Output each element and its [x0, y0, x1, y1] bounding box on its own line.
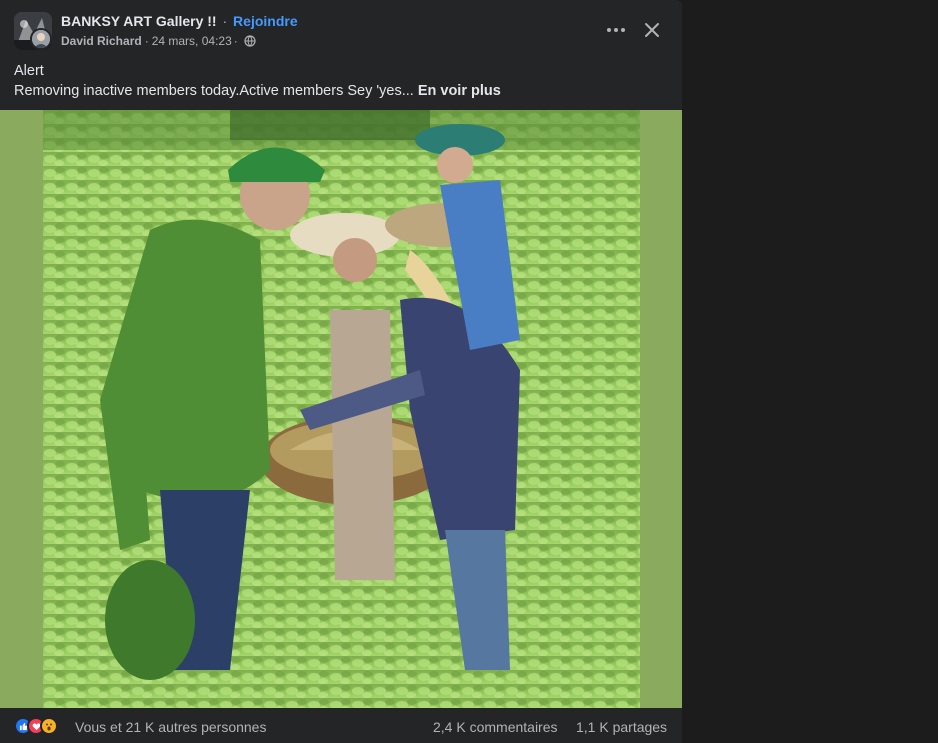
group-name-link[interactable]: BANKSY ART Gallery !!	[61, 13, 217, 29]
farmers-photo	[0, 110, 682, 708]
post-card: BANKSY ART Gallery !! · Rejoindre David …	[0, 0, 682, 743]
post-footer: Vous et 21 K autres personnes 2,4 K comm…	[0, 708, 682, 743]
globe-icon	[244, 35, 256, 47]
author-avatar-image	[32, 30, 50, 48]
wow-icon-glyph	[46, 723, 52, 731]
post-text: Alert Removing inactive members today.Ac…	[14, 61, 674, 101]
close-icon	[645, 23, 659, 37]
post-title: Alert	[14, 63, 44, 79]
shares-count[interactable]: 1,1 K partages	[576, 719, 667, 735]
meta-separator: ·	[144, 34, 149, 48]
reaction-icons[interactable]	[14, 717, 58, 735]
post-excerpt: Removing inactive members today.Active m…	[14, 83, 414, 99]
page-background	[682, 0, 938, 743]
post-meta: David Richard · 24 mars, 04:23 ·	[61, 34, 256, 48]
meta-separator-2: ·	[233, 34, 238, 48]
post-excerpt-line: Removing inactive members today.Active m…	[14, 81, 674, 101]
join-group-button[interactable]: Rejoindre	[233, 13, 298, 29]
post-header: BANKSY ART Gallery !! · Rejoindre David …	[0, 0, 682, 58]
author-name-link[interactable]: David Richard	[61, 34, 142, 48]
more-options-icon	[607, 28, 625, 32]
post-image[interactable]	[0, 110, 682, 708]
title-separator: ·	[222, 13, 228, 29]
reactions-summary[interactable]: Vous et 21 K autres personnes	[75, 719, 266, 735]
close-button[interactable]	[636, 14, 668, 46]
post-timestamp[interactable]: 24 mars, 04:23	[152, 34, 232, 48]
more-options-button[interactable]	[600, 16, 632, 44]
comments-count[interactable]: 2,4 K commentaires	[433, 719, 558, 735]
author-avatar[interactable]	[30, 28, 52, 50]
wow-icon	[40, 717, 58, 735]
group-title-line: BANKSY ART Gallery !! · Rejoindre	[61, 13, 298, 29]
see-more-link[interactable]: En voir plus	[418, 83, 501, 99]
